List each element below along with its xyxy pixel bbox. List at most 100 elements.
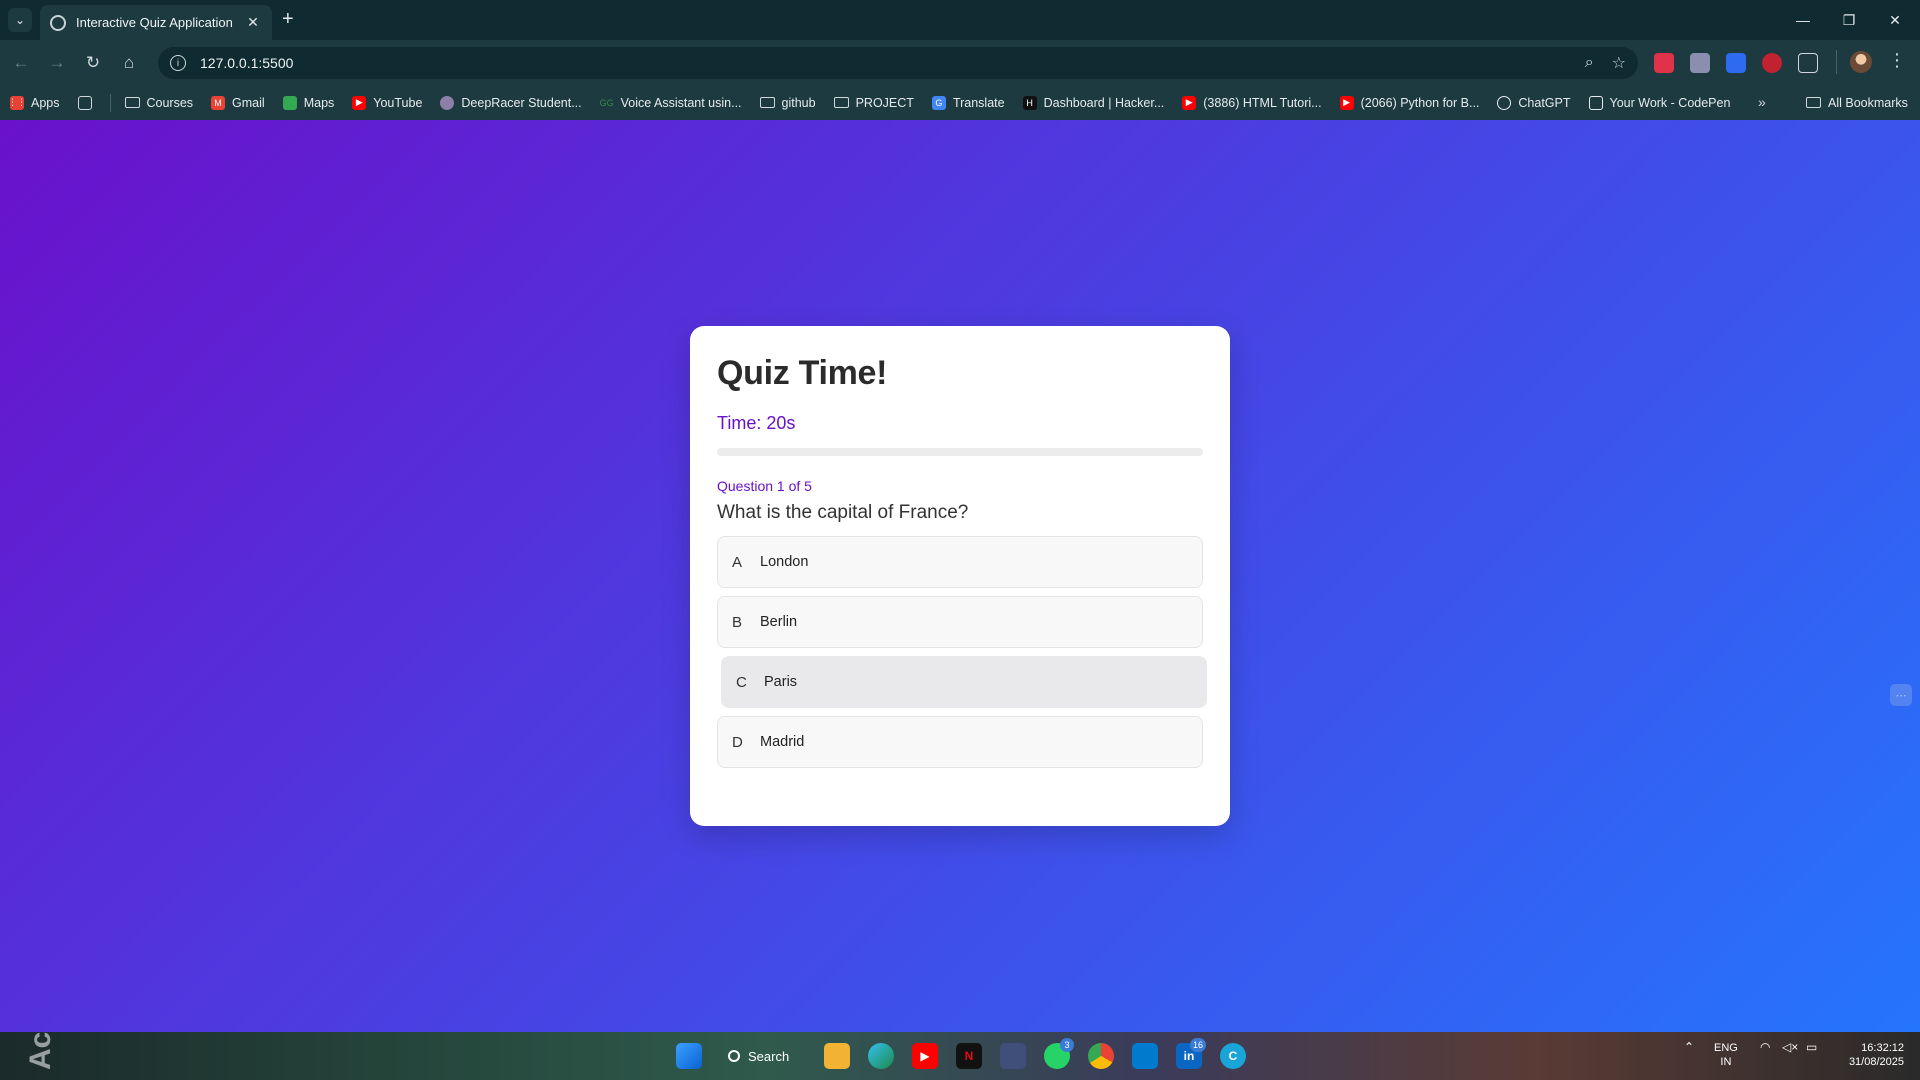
option-d[interactable]: D Madrid (717, 716, 1203, 768)
browser-menu-icon[interactable]: ⋮ (1888, 50, 1906, 71)
new-tab-button[interactable]: + (282, 8, 294, 30)
chrome-icon[interactable] (1088, 1043, 1114, 1069)
address-bar[interactable]: i 127.0.0.1:5500 ⌕ ☆ (158, 47, 1638, 79)
bookmark-deepracer[interactable]: DeepRacer Student... (440, 95, 582, 110)
tab-groups-icon (77, 95, 92, 110)
folder-icon (1806, 97, 1821, 108)
option-text: Madrid (760, 734, 805, 750)
system-clock[interactable]: 16:32:12 31/08/2025 (1836, 1041, 1904, 1069)
canva-icon[interactable]: C (1220, 1043, 1246, 1069)
store-icon[interactable] (1000, 1043, 1026, 1069)
bookmark-gmail[interactable]: M Gmail (211, 95, 265, 110)
extension-block-icon[interactable] (1762, 53, 1782, 73)
hackerrank-icon: H (1022, 95, 1037, 110)
youtube-icon: ▶ (1339, 95, 1354, 110)
bookmark-maps[interactable]: Maps (282, 95, 334, 110)
bookmark-python[interactable]: ▶ (2066) Python for B... (1339, 95, 1479, 110)
chatgpt-icon (1497, 95, 1512, 110)
option-c[interactable]: C Paris (721, 656, 1207, 708)
forward-arrow-icon[interactable]: → (44, 50, 70, 76)
bookmark-github[interactable]: github (759, 96, 816, 110)
youtube-app-icon[interactable]: ▶ (912, 1043, 938, 1069)
option-letter: D (732, 733, 743, 751)
bookmark-html-tutorial[interactable]: ▶ (3886) HTML Tutori... (1182, 95, 1322, 110)
option-text: Paris (764, 674, 798, 690)
wifi-icon[interactable]: ◠ (1760, 1040, 1770, 1054)
youtube-icon: ▶ (352, 95, 367, 110)
codepen-icon (1588, 95, 1603, 110)
language-indicator[interactable]: ENG IN (1714, 1041, 1738, 1069)
folder-icon (124, 97, 140, 108)
file-explorer-icon[interactable] (824, 1043, 850, 1069)
netflix-icon[interactable]: N (956, 1043, 982, 1069)
zoom-icon[interactable]: ⌕ (1585, 54, 1594, 72)
tab-search-dropdown-icon[interactable]: ⌄ (8, 8, 32, 32)
tray-chevron-icon[interactable]: ⌃ (1684, 1040, 1694, 1054)
bookmark-codepen[interactable]: Your Work - CodePen (1588, 95, 1730, 110)
option-letter: B (732, 613, 743, 631)
option-a[interactable]: A London (717, 536, 1203, 588)
bookmark-project[interactable]: PROJECT (833, 96, 914, 110)
gfg-icon: GG (599, 97, 614, 108)
maps-icon (282, 95, 297, 110)
timer-text: Time: 20s (717, 413, 796, 433)
question-counter: Question 1 of 5 (717, 478, 812, 494)
volume-muted-icon[interactable]: ◁× (1782, 1040, 1798, 1054)
profile-avatar[interactable] (1850, 51, 1872, 73)
extension-mail-icon[interactable] (1690, 53, 1710, 73)
option-text: London (760, 554, 809, 570)
bookmark-voice-assistant[interactable]: GG Voice Assistant usin... (600, 96, 742, 110)
tab-close-icon[interactable]: ✕ (244, 14, 262, 31)
page-background: Quiz Time! Time: 20s Question 1 of 5 Wha… (0, 120, 1920, 1032)
battery-icon[interactable]: ▭ (1806, 1040, 1817, 1054)
bookmark-youtube[interactable]: ▶ YouTube (352, 95, 422, 110)
linkedin-badge: 16 (1190, 1038, 1207, 1052)
vscode-icon[interactable] (1132, 1043, 1158, 1069)
option-letter: C (736, 673, 747, 691)
bookmark-courses[interactable]: Courses (124, 96, 193, 110)
side-panel-tool-icon[interactable]: ⋯ (1890, 684, 1912, 706)
options-list: A London B Berlin C Paris D Madrid (717, 536, 1207, 768)
activate-watermark-icon: Ac (24, 1031, 57, 1070)
active-tab[interactable]: Interactive Quiz Application ✕ (40, 5, 272, 40)
folder-icon (759, 97, 775, 108)
search-icon (728, 1050, 740, 1062)
url-text[interactable]: 127.0.0.1:5500 (200, 55, 1567, 71)
quiz-title: Quiz Time! (717, 354, 888, 392)
minimize-button[interactable]: — (1780, 0, 1826, 40)
translate-icon: G (931, 95, 946, 110)
quiz-card: Quiz Time! Time: 20s Question 1 of 5 Wha… (690, 326, 1230, 826)
extensions-puzzle-icon[interactable] (1798, 53, 1818, 73)
bookmarks-divider (109, 93, 111, 112)
window-close-button[interactable]: ✕ (1872, 0, 1918, 40)
bookmark-star-icon[interactable]: ☆ (1612, 53, 1626, 73)
bookmark-apps[interactable]: ⋮⋮ Apps (8, 95, 60, 110)
option-b[interactable]: B Berlin (717, 596, 1203, 648)
deepracer-icon (440, 95, 455, 110)
windows-start-icon[interactable] (676, 1043, 702, 1069)
bookmark-hackerrank[interactable]: H Dashboard | Hacker... (1022, 95, 1164, 110)
globe-icon (50, 14, 66, 31)
restore-button[interactable]: ❐ (1826, 0, 1872, 40)
folder-icon (833, 97, 849, 108)
tab-title: Interactive Quiz Application (76, 15, 233, 30)
site-info-icon[interactable]: i (170, 55, 186, 71)
more-bookmarks-icon[interactable]: » (1758, 94, 1766, 110)
bookmark-translate[interactable]: G Translate (931, 95, 1005, 110)
bookmark-tab-groups[interactable] (77, 95, 92, 110)
whatsapp-badge: 3 (1060, 1038, 1074, 1052)
question-text: What is the capital of France? (717, 502, 969, 523)
extension-video-icon[interactable] (1726, 53, 1746, 73)
progress-bar (717, 448, 1203, 456)
back-arrow-icon[interactable]: ← (8, 50, 34, 76)
toolbar-divider (1836, 50, 1837, 74)
extension-cast-icon[interactable] (1654, 53, 1674, 73)
all-bookmarks-button[interactable]: All Bookmarks (1806, 85, 1908, 120)
edge-icon[interactable] (868, 1043, 894, 1069)
bookmark-chatgpt[interactable]: ChatGPT (1497, 95, 1571, 110)
taskbar-search[interactable]: Search (728, 1044, 789, 1068)
reload-icon[interactable]: ↻ (80, 50, 106, 76)
home-icon[interactable]: ⌂ (116, 50, 142, 76)
youtube-icon: ▶ (1182, 95, 1197, 110)
browser-tab-bar: ⌄ Interactive Quiz Application ✕ + — ❐ ✕ (0, 0, 1920, 40)
